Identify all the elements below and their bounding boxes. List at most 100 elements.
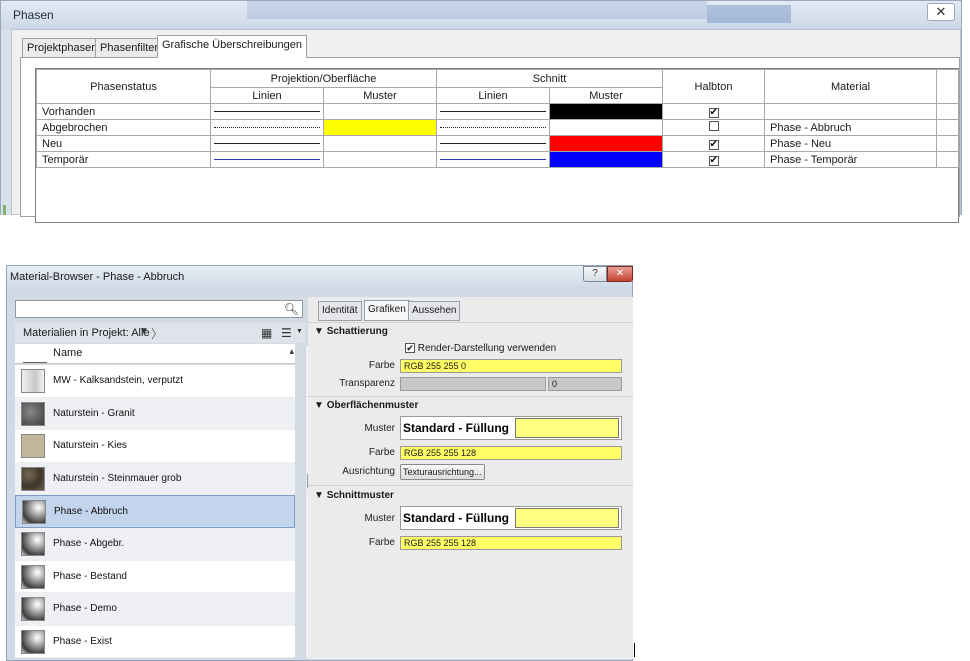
table-row[interactable]: Temporär ✔ Phase - Temporär [36, 151, 960, 168]
filter-label[interactable]: Materialien in Projekt: Alle [23, 327, 150, 339]
surface-pattern-name: Standard - Füllung [403, 421, 509, 435]
texture-alignment-button[interactable]: Texturausrichtung... [400, 464, 485, 480]
tab-phasenfilter[interactable]: Phasenfilter [95, 38, 164, 57]
tab-grafiken[interactable]: Grafiken [364, 300, 410, 321]
tab-aussehen[interactable]: Aussehen [408, 301, 461, 321]
section-schnittmuster[interactable]: ▼ Schnittmuster [314, 490, 394, 501]
dropdown-arrow-icon[interactable]: ▼ [139, 326, 149, 337]
line-pattern-sample [214, 159, 320, 160]
view-toggle-icon[interactable]: ▦ [261, 326, 272, 340]
row-phase-name[interactable]: Vorhanden [36, 103, 211, 120]
proj-pattern-cell[interactable] [323, 135, 437, 152]
proj-pattern-cell[interactable] [323, 151, 437, 168]
list-item[interactable]: Phase - Demo [15, 593, 295, 626]
list-header[interactable]: Name ▴ [15, 344, 295, 364]
list-item[interactable]: MW - Kalksandstein, verputzt [15, 365, 295, 398]
search-input[interactable] [18, 302, 280, 316]
phasen-title: Phasen [13, 8, 54, 22]
material-cell[interactable]: Phase - Neu [764, 135, 938, 152]
header-schnitt[interactable]: Schnitt [435, 69, 664, 88]
halbton-checkbox[interactable]: ✔ [708, 107, 719, 118]
cut-pattern-cell[interactable] [548, 135, 664, 152]
header-proj-muster[interactable]: Muster [323, 87, 437, 104]
close-button[interactable]: ✕ [927, 3, 955, 21]
cut-line-cell[interactable] [436, 119, 550, 136]
halbton-checkbox[interactable]: ✔ [708, 155, 719, 166]
cut-pattern-name: Standard - Füllung [403, 511, 509, 525]
list-item[interactable]: Phase - Exist [15, 625, 295, 658]
header-halbton[interactable]: Halbton [662, 69, 766, 104]
render-checkbox-row[interactable]: ✔ Render-Darstellung verwenden [405, 343, 556, 354]
cut-line-cell[interactable] [436, 151, 550, 168]
row-phase-name[interactable]: Abgebrochen [36, 119, 211, 136]
list-item[interactable]: Naturstein - Granit [15, 397, 295, 431]
transparency-slider[interactable] [400, 377, 546, 391]
transparency-value[interactable]: 0 [548, 377, 622, 391]
section-schattierung[interactable]: ▼ Schattierung [314, 326, 388, 337]
header-cut-muster[interactable]: Muster [548, 87, 664, 104]
list-view-icon[interactable]: ☰ [281, 326, 292, 340]
material-thumbnail [21, 629, 45, 654]
halbton-cell [662, 119, 766, 136]
shading-color-field[interactable]: RGB 255 255 0 [400, 359, 622, 373]
halbton-checkbox[interactable] [708, 121, 719, 131]
cut-pattern-field[interactable]: Standard - Füllung [400, 506, 622, 530]
column-name[interactable]: Name [53, 347, 82, 359]
table-row[interactable]: Neu ✔ Phase - Neu [36, 135, 960, 152]
surface-pattern-field[interactable]: Standard - Füllung [400, 416, 622, 440]
section-oberflaechenmuster[interactable]: ▼ Oberflächenmuster [314, 400, 418, 411]
halbton-cell: ✔ [662, 151, 766, 168]
help-button[interactable]: ? [583, 266, 607, 282]
header-phasenstatus[interactable]: Phasenstatus [36, 69, 211, 104]
proj-pattern-cell[interactable] [323, 103, 437, 120]
list-item[interactable]: Naturstein - Steinmauer grob [15, 462, 295, 496]
proj-line-cell[interactable] [210, 103, 324, 120]
search-icon[interactable]: 🔍︎ [284, 302, 299, 316]
row-phase-name[interactable]: Neu [36, 135, 211, 152]
tab-projektphasen[interactable]: Projektphasen [22, 38, 103, 57]
material-cell[interactable]: Phase - Temporär [764, 151, 938, 168]
material-browser-window: Material-Browser - Phase - Abbruch ? ✕ 🔍… [6, 265, 633, 661]
background-window-ghost [247, 1, 707, 19]
tab-identitaet[interactable]: Identität [318, 301, 362, 321]
proj-pattern-cell[interactable] [323, 119, 437, 136]
sort-icon[interactable]: ▴ [289, 346, 294, 357]
list-item[interactable]: Naturstein - Kies [15, 430, 295, 463]
section-separator [308, 485, 633, 486]
row-phase-name[interactable]: Temporär [36, 151, 211, 168]
halbton-checkbox[interactable]: ✔ [708, 139, 719, 150]
list-item[interactable]: Phase - Abbruch [15, 495, 295, 528]
cut-color-field[interactable]: RGB 255 255 128 [400, 536, 622, 550]
list-item[interactable]: Phase - Bestand [15, 560, 295, 594]
proj-line-cell[interactable] [210, 119, 324, 136]
material-thumbnail [21, 434, 45, 459]
cut-pattern-cell[interactable] [548, 151, 664, 168]
close-button[interactable]: ✕ [607, 266, 633, 282]
cut-line-cell[interactable] [436, 135, 550, 152]
material-cell[interactable]: Phase - Abbruch [764, 119, 938, 136]
proj-line-cell[interactable] [210, 135, 324, 152]
table-row[interactable]: Vorhanden ✔ [36, 103, 960, 120]
render-checkbox[interactable]: ✔ [405, 343, 415, 353]
fill-pattern-swatch [550, 104, 662, 119]
header-proj-linien[interactable]: Linien [210, 87, 324, 104]
header-material[interactable]: Material [764, 69, 938, 104]
cut-line-cell[interactable] [436, 103, 550, 120]
list-item[interactable]: Phase - Abgebr. [15, 527, 295, 561]
cut-pattern-cell[interactable] [548, 103, 664, 120]
surface-color-field[interactable]: RGB 255 255 128 [400, 446, 622, 460]
fill-pattern-swatch [550, 152, 662, 167]
material-cell[interactable] [764, 103, 938, 120]
material-name: MW - Kalksandstein, verputzt [53, 375, 184, 386]
background-window-ghost [707, 5, 791, 23]
table-row[interactable]: Abgebrochen Phase - Abbruch [36, 119, 960, 136]
header-cut-linien[interactable]: Linien [436, 87, 550, 104]
proj-line-cell[interactable] [210, 151, 324, 168]
phasen-titlebar: Phasen ✕ [1, 1, 961, 29]
tab-grafische-ueberschreibungen[interactable]: Grafische Überschreibungen [157, 35, 308, 58]
chevron-down-icon[interactable]: ▼ [296, 328, 303, 335]
cut-pattern-cell[interactable] [548, 119, 664, 136]
material-name: Phase - Exist [53, 635, 112, 647]
header-projektion[interactable]: Projektion/Oberfläche [210, 69, 437, 88]
phasen-dialog: Phasen ✕ Projektphasen Phasenfilter Graf… [0, 0, 962, 223]
